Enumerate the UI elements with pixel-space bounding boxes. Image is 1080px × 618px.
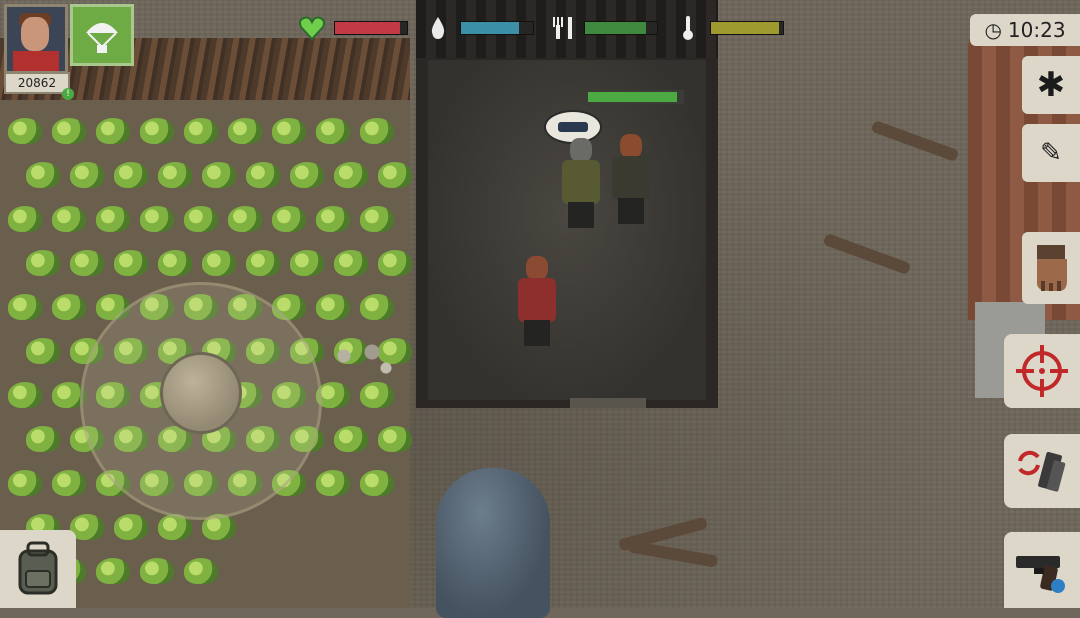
crosshair-icon [1016, 345, 1068, 397]
crop-plant [140, 206, 174, 232]
crop-plant [184, 206, 218, 232]
temperature-fill [711, 22, 780, 34]
crop-plant [272, 206, 306, 232]
backpack-icon [18, 541, 58, 595]
crop-plant [228, 206, 262, 232]
thermometer-icon [674, 14, 702, 42]
water-drop-icon [424, 14, 452, 42]
crop-plant [246, 162, 280, 188]
game-clock: ◷ 10:23 [970, 14, 1080, 46]
interact-hand-icon [1037, 245, 1067, 291]
crop-plant [96, 118, 130, 144]
clock-icon: ◷ [984, 18, 1002, 42]
crop-plant [8, 206, 42, 232]
pistol-icon [1016, 556, 1065, 593]
clock-time: 10:23 [1007, 18, 1066, 42]
npc-health-bar [586, 90, 684, 104]
crop-plant [360, 470, 394, 496]
settings-gear-icon: ✱ [1036, 65, 1066, 105]
crop-plant [202, 250, 236, 276]
stones [330, 340, 400, 380]
weapon-button[interactable] [1004, 532, 1080, 608]
crop-plant [378, 250, 412, 276]
fork-knife-icon [548, 14, 576, 42]
temperature-stat [674, 14, 784, 42]
crop-plant [8, 470, 42, 496]
aim-button[interactable] [1004, 334, 1080, 408]
npc-bearded-survivor[interactable] [608, 134, 654, 226]
crop-plant [96, 206, 130, 232]
crop-plant [140, 118, 174, 144]
crop-plant [228, 118, 262, 144]
crop-plant [360, 382, 394, 408]
crop-plant [272, 118, 306, 144]
quest-notes-icon: ✎ [1040, 138, 1062, 168]
npc-masked-survivor[interactable] [558, 138, 604, 230]
player-portrait[interactable] [4, 4, 68, 74]
crop-plant [334, 250, 368, 276]
inventory-button[interactable] [0, 530, 76, 608]
crop-plant [316, 470, 350, 496]
crop-plant [202, 162, 236, 188]
reload-button[interactable] [1004, 434, 1080, 508]
quest-notes-button[interactable]: ✎ [1022, 124, 1080, 182]
crop-plant [52, 206, 86, 232]
crop-plant [8, 294, 42, 320]
crop-plant [158, 250, 192, 276]
crop-plant [96, 558, 130, 584]
crop-plant [316, 118, 350, 144]
hunger-stat [548, 14, 658, 42]
crop-plant [8, 382, 42, 408]
health-fill [335, 22, 400, 34]
crop-plant [114, 250, 148, 276]
crop-plant [334, 162, 368, 188]
thirst-fill [461, 22, 519, 34]
crop-plant [246, 250, 280, 276]
boulder [436, 468, 550, 618]
health-stat [298, 14, 408, 42]
crop-plant [316, 294, 350, 320]
thirst-stat [424, 14, 534, 42]
crop-plant [158, 162, 192, 188]
hunger-fill [585, 22, 647, 34]
settings-button[interactable]: ✱ [1022, 56, 1080, 114]
crop-plant [360, 118, 394, 144]
heart-icon [298, 14, 326, 42]
crop-plant [114, 514, 148, 540]
crop-plant [52, 470, 86, 496]
crop-plant [52, 118, 86, 144]
crop-plant [290, 162, 324, 188]
npc-health-fill [588, 92, 678, 102]
radio-icon [558, 122, 588, 132]
crop-plant [8, 118, 42, 144]
notification-icon[interactable]: ! [62, 88, 74, 100]
joystick-knob[interactable] [160, 352, 242, 434]
crop-plant [70, 250, 104, 276]
crop-plant [184, 118, 218, 144]
crop-plant [26, 426, 60, 452]
crop-plant [290, 250, 324, 276]
crop-plant [26, 338, 60, 364]
airdrop-parachute-icon[interactable] [70, 4, 134, 66]
interact-button[interactable] [1022, 232, 1080, 304]
player-character [514, 256, 560, 348]
crop-plant [316, 206, 350, 232]
crop-plant [26, 162, 60, 188]
crop-plant [360, 294, 394, 320]
crop-plant [70, 162, 104, 188]
hut-doorway[interactable] [570, 398, 646, 408]
score-counter: 20862 [4, 72, 70, 94]
crop-plant [52, 294, 86, 320]
crop-plant [378, 426, 412, 452]
crop-plant [334, 426, 368, 452]
crop-plant [378, 162, 412, 188]
crop-plant [26, 250, 60, 276]
crop-plant [360, 206, 394, 232]
crop-plant [140, 558, 174, 584]
reload-icon [1018, 450, 1066, 492]
crop-plant [184, 558, 218, 584]
crop-plant [114, 162, 148, 188]
